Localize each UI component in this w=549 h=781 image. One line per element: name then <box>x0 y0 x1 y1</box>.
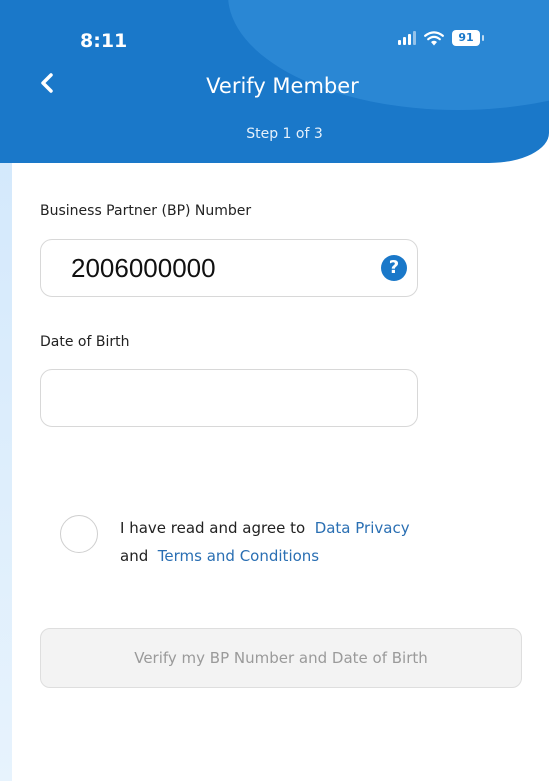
bp-number-field[interactable]: ? <box>40 239 418 297</box>
status-icons: 91 <box>398 30 484 46</box>
date-of-birth-label: Date of Birth <box>40 334 130 350</box>
data-privacy-link[interactable]: Data Privacy <box>315 519 410 537</box>
page-title-text: Verify Member <box>206 74 359 98</box>
consent-text-before: I have read and agree to <box>120 519 306 537</box>
header: 8:11 91 Verify Member Step 1 of 3 <box>0 0 549 163</box>
step-indicator-text: Step 1 of 3 <box>246 126 323 142</box>
consent-text-and: and <box>120 547 149 565</box>
bp-number-input[interactable] <box>71 250 371 286</box>
verify-member-screen: 8:11 91 Verify Member Step 1 of 3 Busine… <box>0 0 549 781</box>
terms-and-conditions-link[interactable]: Terms and Conditions <box>158 547 319 565</box>
step-indicator: Step 1 of 3 <box>0 126 549 142</box>
question-circle-icon[interactable]: ? <box>381 255 407 281</box>
battery-icon: 91 <box>452 30 484 46</box>
wifi-icon <box>424 30 444 46</box>
date-of-birth-input[interactable] <box>71 380 371 416</box>
consent-checkbox[interactable] <box>60 515 98 553</box>
bp-number-label: Business Partner (BP) Number <box>40 203 252 219</box>
consent-text: I have read and agree to Data Privacy an… <box>120 514 480 570</box>
page-title: Verify Member <box>0 74 549 98</box>
verify-button[interactable]: Verify my BP Number and Date of Birth <box>40 628 522 688</box>
status-time: 8:11 <box>80 30 128 52</box>
date-of-birth-field[interactable] <box>40 369 418 427</box>
signal-icon <box>398 31 416 45</box>
